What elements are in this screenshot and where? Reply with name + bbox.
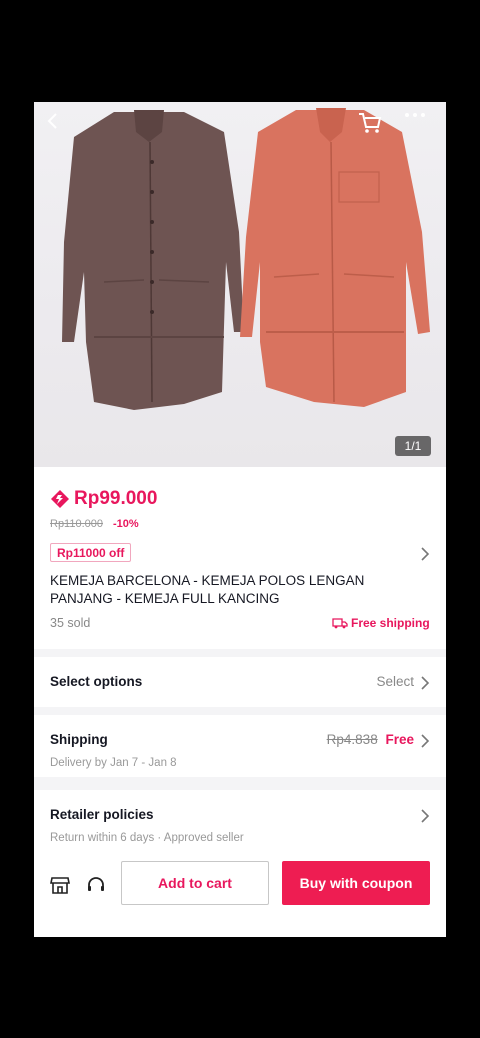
bottom-action-bar: Add to cart Buy with coupon [34, 850, 446, 937]
retailer-policies-detail: Return within 6 days · Approved seller [50, 832, 244, 844]
retailer-policies-label: Retailer policies [50, 807, 154, 822]
sold-count: 35 sold [50, 616, 91, 630]
retailer-policies-row[interactable]: Retailer policies Return within 6 days ·… [34, 790, 446, 850]
price-details: Rp110.000 -10% [50, 518, 139, 530]
back-button[interactable] [44, 112, 72, 140]
cart-button[interactable] [358, 112, 386, 140]
chevron-left-icon [47, 113, 57, 129]
free-shipping-label: Free shipping [351, 616, 430, 630]
product-title: KEMEJA BARCELONA - KEMEJA POLOS LENGAN P… [50, 573, 365, 606]
customer-service-button[interactable] [84, 873, 108, 897]
delivery-estimate: Delivery by Jan 7 - Jan 8 [50, 757, 177, 769]
select-options-value: Select [376, 674, 414, 689]
price-row: Rp99.000 [50, 488, 157, 510]
shipping-label: Shipping [50, 732, 108, 747]
cart-icon [359, 113, 382, 133]
original-price: Rp110.000 [50, 518, 104, 530]
chevron-right-icon [421, 734, 430, 748]
select-options-row[interactable]: Select options Select [34, 657, 446, 707]
shipping-free: Free [385, 732, 414, 747]
product-page: 1/1 Rp99.000 Rp110.000 -10% Rp11000 off … [34, 102, 446, 937]
shop-button[interactable] [48, 873, 72, 897]
product-image[interactable]: 1/1 [34, 102, 446, 467]
flash-sale-icon [51, 490, 69, 508]
product-photo-shirts [62, 108, 430, 410]
coupon-badge[interactable]: Rp11000 off [50, 543, 132, 562]
price: Rp99.000 [74, 488, 158, 509]
truck-icon [332, 618, 348, 629]
chevron-right-icon [421, 809, 430, 823]
headset-icon [88, 877, 104, 891]
discount-badge: -10% [113, 518, 139, 530]
shipping-row[interactable]: Shipping Rp4.838 Free Delivery by Jan 7 … [34, 715, 446, 777]
select-options-label: Select options [50, 674, 143, 689]
chevron-right-icon[interactable] [420, 547, 430, 561]
image-counter: 1/1 [395, 436, 431, 456]
product-info: Rp99.000 Rp110.000 -10% Rp11000 off KEME… [34, 467, 446, 649]
shop-icon [50, 877, 70, 894]
more-button[interactable] [404, 112, 432, 140]
buy-with-coupon-button[interactable]: Buy with coupon [282, 861, 430, 905]
more-icon [405, 113, 425, 117]
shipping-old-cost: Rp4.838 [326, 732, 378, 747]
chevron-right-icon [421, 676, 430, 690]
free-shipping-badge: Free shipping [332, 616, 430, 630]
add-to-cart-button[interactable]: Add to cart [121, 861, 269, 905]
shipping-cost: Rp4.838 Free [327, 732, 414, 747]
